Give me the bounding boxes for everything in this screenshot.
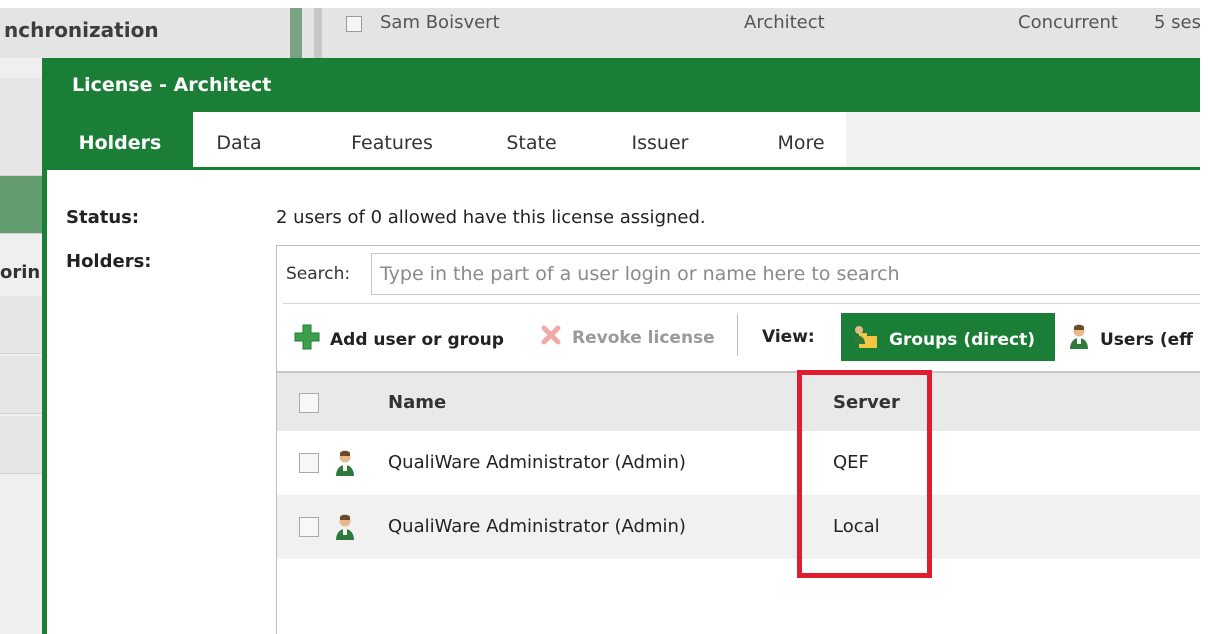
view-label-text: View: <box>762 327 815 347</box>
background-nav-item[interactable] <box>0 356 42 414</box>
status-text: 2 users of 0 allowed have this license a… <box>276 207 706 228</box>
tab-more[interactable]: More <box>756 112 846 167</box>
holder-name: QualiWare Administrator (Admin) <box>388 452 686 473</box>
background-nav-item[interactable] <box>0 118 42 176</box>
search-input[interactable] <box>371 253 1200 295</box>
background-divider <box>314 8 322 58</box>
user-icon <box>334 449 356 481</box>
view-label: View: <box>762 327 815 347</box>
tab-features[interactable]: Features <box>285 112 499 167</box>
background-row-name: Sam Boisvert <box>380 12 500 33</box>
x-icon <box>540 324 562 351</box>
plus-icon <box>294 324 320 355</box>
background-nav-item-active[interactable] <box>0 176 42 234</box>
table-row[interactable]: QualiWare Administrator (Admin) Local <box>277 495 1200 559</box>
background-row-license: Architect <box>744 12 825 33</box>
background-row-sessions: 5 ses <box>1154 12 1202 33</box>
holder-name: QualiWare Administrator (Admin) <box>388 516 686 537</box>
add-user-or-group-button[interactable]: Add user or group <box>294 324 504 355</box>
background-section-header: nchronization <box>0 8 290 58</box>
tab-holders[interactable]: Holders <box>47 112 193 167</box>
toolbar-divider <box>283 303 1200 304</box>
groups-direct-label: Groups (direct) <box>889 329 1035 350</box>
column-header-name[interactable]: Name <box>388 392 446 413</box>
user-icon <box>334 513 356 545</box>
background-left-nav <box>0 58 42 634</box>
holders-label: Holders: <box>66 251 152 272</box>
tab-state[interactable]: State <box>499 112 564 167</box>
background-nav-item[interactable] <box>0 296 42 354</box>
background-nav-item[interactable] <box>0 416 42 474</box>
background-row-type: Concurrent <box>1018 12 1118 33</box>
users-effective-button[interactable]: Users (eff <box>1068 324 1193 355</box>
revoke-license-button[interactable]: Revoke license <box>540 324 715 351</box>
add-user-or-group-label: Add user or group <box>330 329 504 350</box>
modal-tab-bar: Holders Data Features State Issuer More <box>47 112 1200 170</box>
tab-issuer[interactable]: Issuer <box>564 112 756 167</box>
background-nav-label: orin <box>0 262 41 283</box>
toolbar-separator <box>737 314 738 356</box>
table-row[interactable]: QualiWare Administrator (Admin) QEF <box>277 431 1200 495</box>
server-column-highlight <box>797 370 932 578</box>
background-row-checkbox[interactable] <box>346 16 362 32</box>
tab-data[interactable]: Data <box>193 112 285 167</box>
revoke-license-label: Revoke license <box>572 327 715 348</box>
search-label: Search: <box>286 264 351 284</box>
users-effective-label: Users (eff <box>1100 329 1193 350</box>
status-label: Status: <box>66 207 140 228</box>
select-all-checkbox[interactable] <box>299 393 319 413</box>
modal-title: License - Architect <box>47 58 1200 112</box>
background-divider <box>290 8 302 58</box>
groups-direct-button-content[interactable]: Groups (direct) <box>851 324 1035 355</box>
grid-header: Name Server <box>277 371 1200 431</box>
user-icon <box>1068 324 1090 355</box>
row-checkbox[interactable] <box>299 517 319 537</box>
group-folder-icon <box>851 324 879 355</box>
row-checkbox[interactable] <box>299 453 319 473</box>
background-table-row[interactable]: Sam Boisvert Architect Concurrent 5 ses <box>324 8 1202 42</box>
